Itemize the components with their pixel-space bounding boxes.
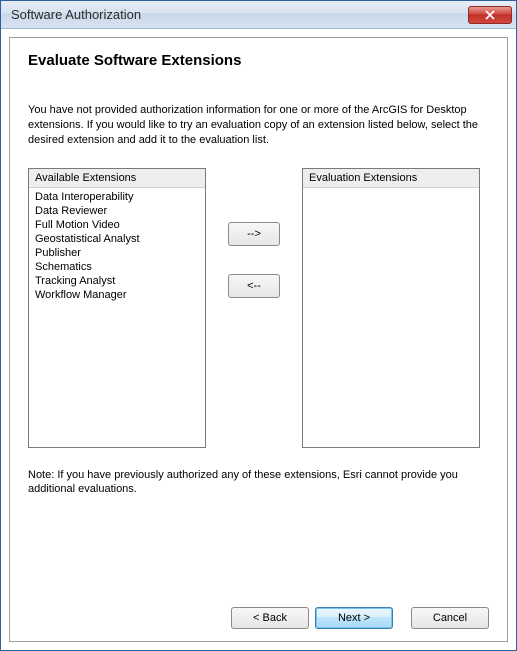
back-button[interactable]: < Back [231, 607, 309, 629]
list-item[interactable]: Full Motion Video [29, 218, 205, 232]
available-extensions-list[interactable]: Available Extensions Data Interoperabili… [28, 168, 206, 448]
spacer [28, 497, 489, 597]
list-item[interactable]: Tracking Analyst [29, 274, 205, 288]
list-item[interactable]: Publisher [29, 246, 205, 260]
available-header: Available Extensions [29, 169, 205, 188]
list-item[interactable]: Data Interoperability [29, 190, 205, 204]
lists-row: Available Extensions Data Interoperabili… [28, 168, 489, 448]
inner-panel: Evaluate Software Extensions You have no… [9, 37, 508, 642]
transfer-buttons: --> <-- [206, 168, 302, 298]
close-button[interactable] [468, 6, 512, 24]
evaluation-header: Evaluation Extensions [303, 169, 479, 188]
titlebar: Software Authorization [1, 1, 516, 29]
description-text: You have not provided authorization info… [28, 103, 489, 148]
authorization-window: Software Authorization Evaluate Software… [0, 0, 517, 651]
list-item[interactable]: Schematics [29, 260, 205, 274]
note-text: Note: If you have previously authorized … [28, 468, 489, 498]
cancel-button[interactable]: Cancel [411, 607, 489, 629]
remove-button[interactable]: <-- [228, 274, 280, 298]
close-icon [485, 10, 495, 20]
footer-buttons: < Back Next > Cancel [28, 597, 489, 629]
list-item[interactable]: Workflow Manager [29, 288, 205, 302]
content-wrap: Evaluate Software Extensions You have no… [1, 29, 516, 650]
next-button[interactable]: Next > [315, 607, 393, 629]
list-item[interactable]: Geostatistical Analyst [29, 232, 205, 246]
list-item[interactable]: Data Reviewer [29, 204, 205, 218]
available-body: Data InteroperabilityData ReviewerFull M… [29, 188, 205, 447]
window-title: Software Authorization [11, 7, 468, 22]
add-button[interactable]: --> [228, 222, 280, 246]
evaluation-extensions-list[interactable]: Evaluation Extensions [302, 168, 480, 448]
evaluation-body [303, 188, 479, 447]
page-heading: Evaluate Software Extensions [28, 52, 489, 69]
